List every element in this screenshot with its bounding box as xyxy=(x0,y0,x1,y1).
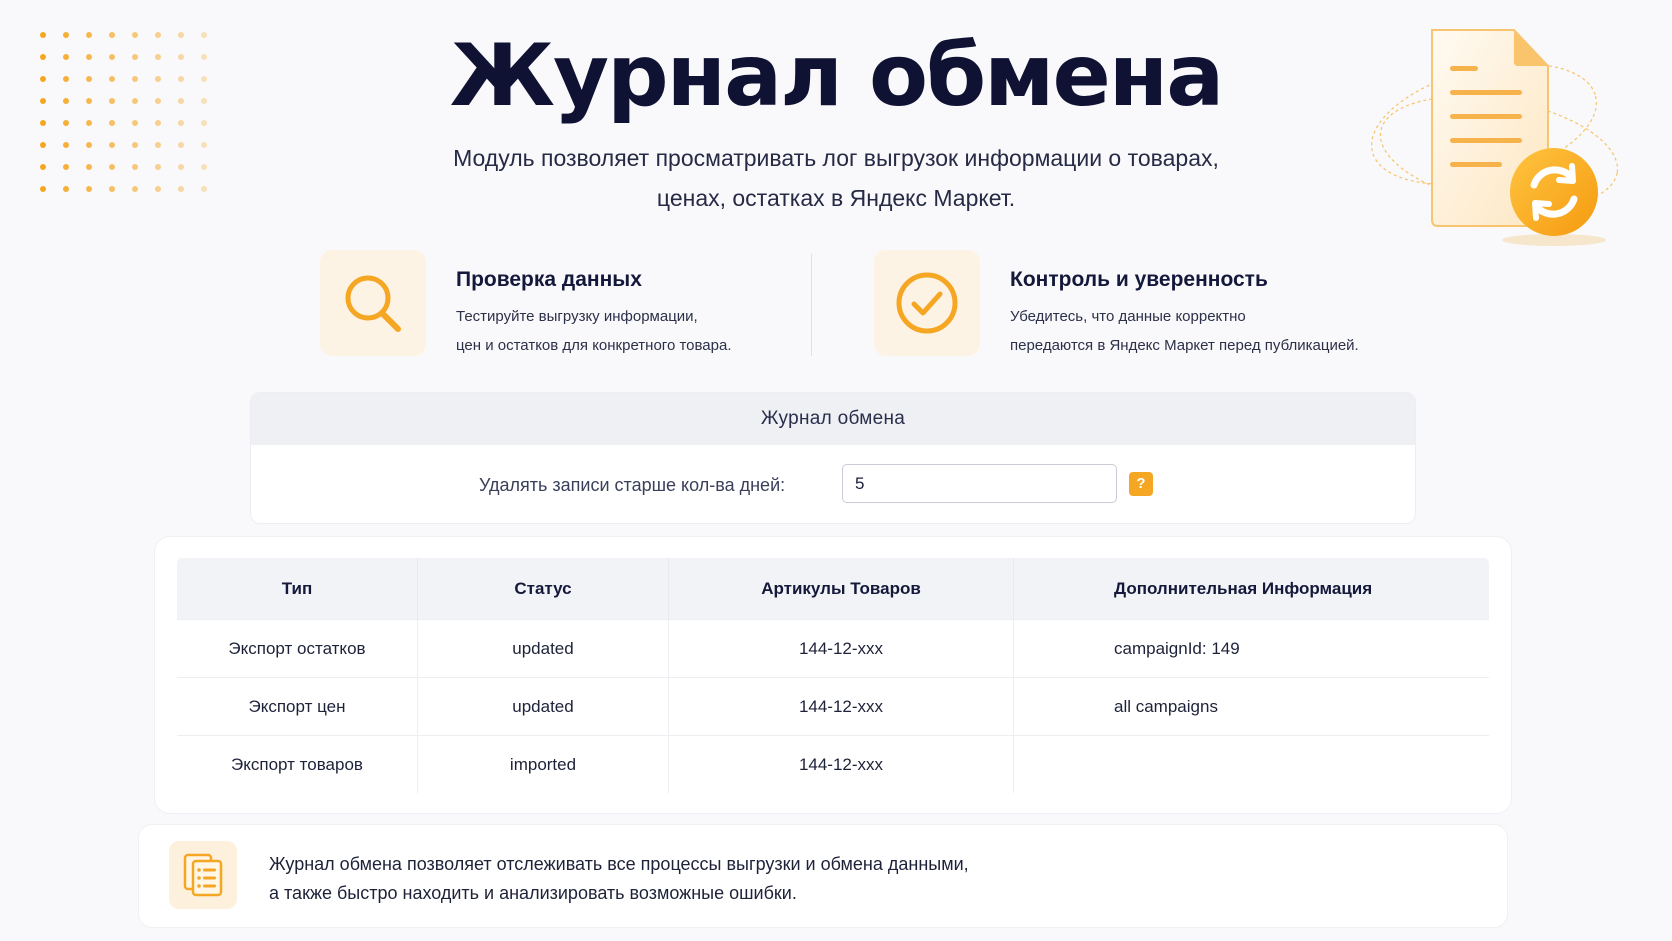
column-header-status[interactable]: Статус xyxy=(417,558,669,620)
document-list-icon xyxy=(183,853,223,897)
cell-status: updated xyxy=(417,677,669,736)
cell-type: Экспорт остатков xyxy=(177,619,418,678)
cell-info xyxy=(1013,735,1489,793)
feature-icon-box xyxy=(874,250,980,356)
feature-icon-box xyxy=(320,250,426,356)
check-circle-icon xyxy=(896,272,958,334)
document-sync-icon xyxy=(1371,29,1619,246)
cell-type: Экспорт товаров xyxy=(177,735,418,793)
feature-desc-line: цен и остатков для конкретного товара. xyxy=(456,337,732,354)
cell-type: Экспорт цен xyxy=(177,677,418,736)
magnifier-icon xyxy=(345,275,401,332)
info-footer-card: Журнал обмена позволяет отслеживать все … xyxy=(138,824,1508,928)
feature-desc-line: Тестируйте выгрузку информации, xyxy=(456,308,698,325)
feature-description: Убедитесь, что данные корректно передают… xyxy=(1010,302,1359,360)
table-row[interactable]: Экспорт товаров imported 144-12-xxx xyxy=(177,735,1489,793)
cell-info: campaignId: 149 xyxy=(1013,619,1489,678)
footer-icon-box xyxy=(169,841,237,909)
column-header-type[interactable]: Тип xyxy=(177,558,418,620)
table-header-row: Тип Статус Артикулы Товаров Дополнительн… xyxy=(177,558,1489,620)
cell-sku: 144-12-xxx xyxy=(668,735,1014,793)
feature-desc-line: передаются в Яндекс Маркет перед публика… xyxy=(1010,337,1359,354)
log-table-card: Тип Статус Артикулы Товаров Дополнительн… xyxy=(154,536,1512,814)
cell-status: updated xyxy=(417,619,669,678)
footer-text-line: а также быстро находить и анализировать … xyxy=(269,883,797,903)
feature-divider xyxy=(811,254,812,356)
cell-status: imported xyxy=(417,735,669,793)
table-row[interactable]: Экспорт остатков updated 144-12-xxx camp… xyxy=(177,619,1489,678)
column-header-info[interactable]: Дополнительная Информация xyxy=(1013,558,1489,620)
feature-title: Проверка данных xyxy=(456,268,642,291)
help-button[interactable]: ? xyxy=(1129,472,1153,496)
cell-sku: 144-12-xxx xyxy=(668,677,1014,736)
settings-panel: Журнал обмена Удалять записи старше кол-… xyxy=(250,392,1416,524)
delete-days-label: Удалять записи старше кол-ва дней: xyxy=(479,475,786,495)
column-header-sku[interactable]: Артикулы Товаров xyxy=(668,558,1014,620)
settings-panel-title: Журнал обмена xyxy=(251,393,1415,445)
table-row[interactable]: Экспорт цен updated 144-12-xxx all campa… xyxy=(177,677,1489,736)
document-sync-illustration xyxy=(1364,22,1654,252)
delete-days-input[interactable] xyxy=(842,464,1117,503)
footer-text-line: Журнал обмена позволяет отслеживать все … xyxy=(269,854,969,874)
log-table: Тип Статус Артикулы Товаров Дополнительн… xyxy=(176,557,1490,794)
feature-description: Тестируйте выгрузку информации, цен и ос… xyxy=(456,302,732,360)
feature-desc-line: Убедитесь, что данные корректно xyxy=(1010,308,1246,325)
cell-info: all campaigns xyxy=(1013,677,1489,736)
footer-text: Журнал обмена позволяет отслеживать все … xyxy=(269,850,969,908)
cell-sku: 144-12-xxx xyxy=(668,619,1014,678)
feature-title: Контроль и уверенность xyxy=(1010,268,1268,291)
settings-row: Удалять записи старше кол-ва дней: ? xyxy=(251,445,1415,523)
